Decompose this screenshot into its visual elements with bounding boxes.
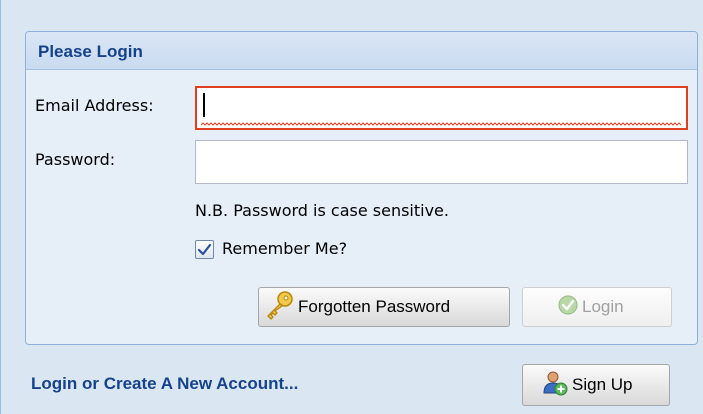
text-caret [203,93,205,117]
password-field[interactable] [195,140,688,184]
sign-up-button[interactable]: Sign Up [522,364,670,406]
check-circle-icon [557,294,579,321]
remember-label: Remember Me? [222,239,348,258]
login-panel: Please Login Email Address: Password: N.… [0,0,703,414]
password-label: Password: [35,150,116,169]
fieldset-title: Please Login [38,42,143,61]
key-icon [263,289,295,326]
password-note: N.B. Password is case sensitive. [195,201,449,220]
checkmark-icon [197,243,212,256]
email-label: Email Address: [35,96,154,115]
fieldset-header: Please Login [26,32,697,70]
forgotten-password-label: Forgotten Password [298,297,451,316]
login-label: Login [582,297,624,316]
login-button[interactable]: Login [522,287,672,327]
forgotten-password-button[interactable]: Forgotten Password [258,287,510,327]
remember-checkbox[interactable] [195,240,214,259]
create-account-link[interactable]: Login or Create A New Account... [31,374,298,394]
email-field[interactable] [195,86,688,130]
add-user-icon [541,369,569,402]
sign-up-label: Sign Up [572,375,633,394]
invalid-squiggle [201,122,681,126]
